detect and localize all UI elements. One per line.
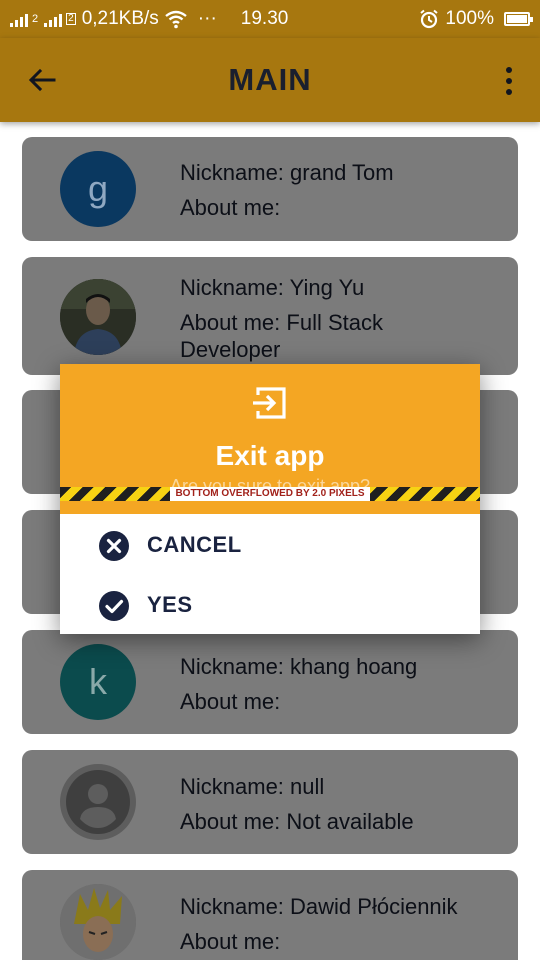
overflow-warning-text: BOTTOM OVERFLOWED BY 2.0 PIXELS — [170, 487, 370, 501]
check-circle-icon — [99, 591, 129, 621]
screen: 2 2 0,21KB/s ··· 19.30 100% MAIN g Nickn… — [0, 0, 540, 960]
exit-app-icon — [253, 387, 286, 419]
cancel-button[interactable]: CANCEL — [60, 516, 480, 574]
dialog-header: Exit app Are you sure to exit app? BOTTO… — [60, 364, 480, 514]
yes-label: YES — [147, 592, 193, 617]
exit-dialog: Exit app Are you sure to exit app? BOTTO… — [60, 364, 480, 634]
dialog-title: Exit app — [215, 440, 325, 471]
cancel-icon — [99, 531, 129, 561]
yes-button[interactable]: YES — [60, 576, 480, 634]
cancel-label: CANCEL — [147, 532, 242, 557]
